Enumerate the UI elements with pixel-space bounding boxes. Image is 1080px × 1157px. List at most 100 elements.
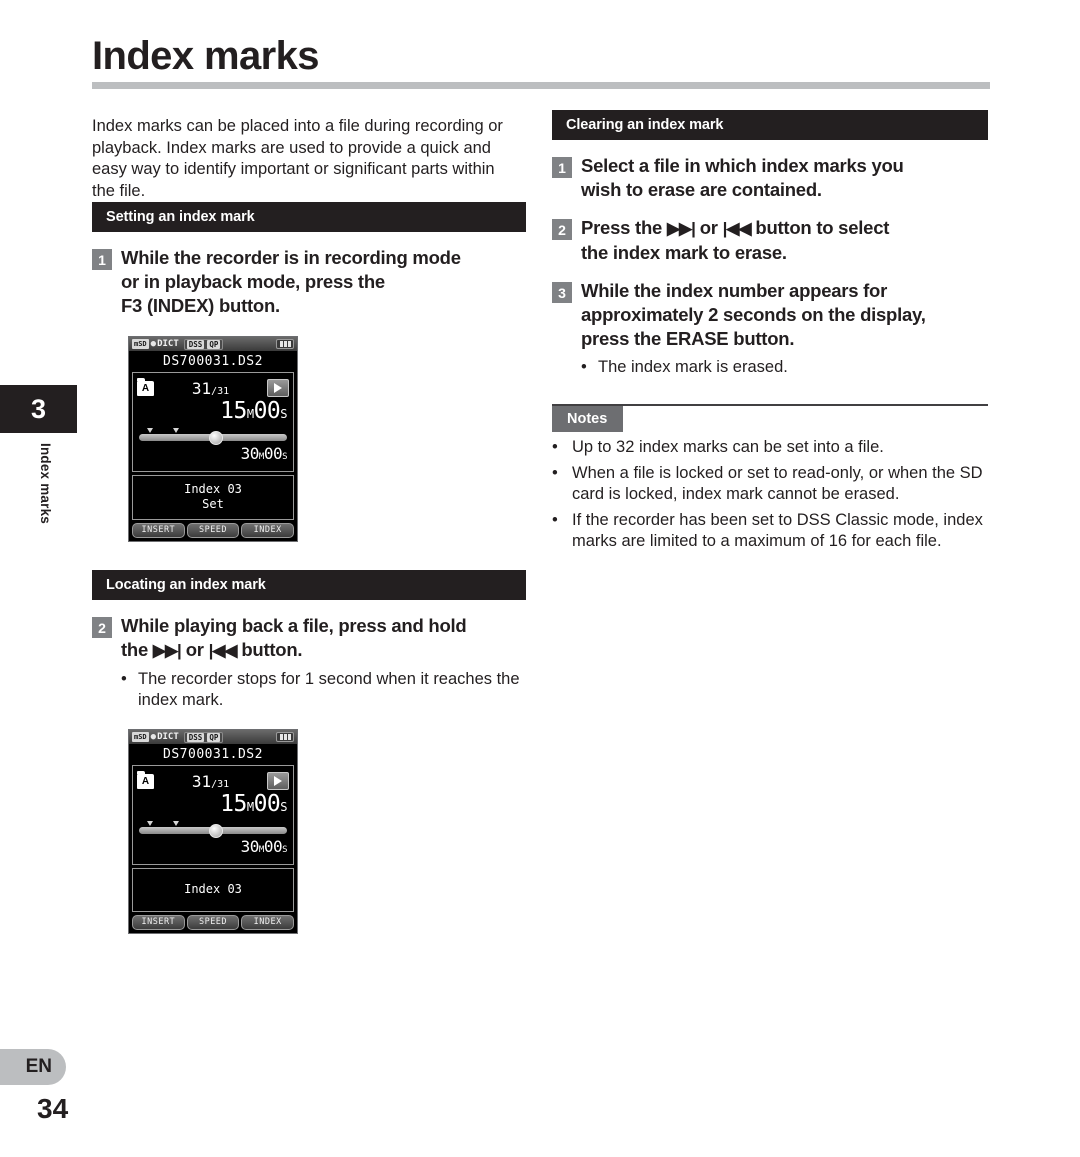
step-text: Press the ▶▶| or |◀◀ button to select th… [581, 216, 889, 265]
step-prefix: the [121, 639, 148, 660]
step-locating-2: 2 While playing back a file, press and h… [92, 614, 526, 663]
format-group: DSS QP [183, 338, 224, 350]
lcd-setting-wrapper: mSD ● DICT DSS QP DS700031.DS2 A 31/31 1… [128, 336, 526, 542]
erase-button-name: ERASE [665, 328, 729, 349]
chapter-tab: 3 [0, 385, 77, 433]
chapter-number: 3 [30, 393, 47, 424]
fast-forward-icon: ▶▶| [152, 641, 182, 660]
right-column: Clearing an index mark 1 Select a file i… [552, 110, 988, 552]
lcd-main-panel: A 31/31 15M00S 30M00S [132, 372, 294, 472]
fkey-speed[interactable]: SPEED [186, 523, 240, 538]
bullet-dot: • [552, 511, 558, 529]
lcd-progress-area [137, 821, 289, 838]
index-mark-triangle [147, 821, 153, 826]
battery-icon [276, 732, 294, 742]
step-text: Select a file in which index marks you w… [581, 154, 904, 202]
step-line-1: While playing back a file, press and hol… [121, 615, 467, 636]
dict-mode-label: DICT [157, 339, 179, 349]
index-mark-triangle [147, 428, 153, 433]
note-text: When a file is locked or set to read-onl… [572, 464, 983, 503]
rewind-icon: |◀◀ [722, 219, 752, 238]
lcd-message-box: Index 03 Set [132, 475, 294, 520]
total-seconds: 00 [263, 837, 283, 856]
lcd-filename: DS700031.DS2 [129, 745, 297, 765]
format-chip: DSS [186, 732, 205, 742]
fkey-index[interactable]: INDEX [241, 915, 295, 930]
notes-badge: Notes [552, 406, 624, 432]
lcd-file-counter: 31/31 [154, 772, 267, 791]
step-clearing-3: 3 While the index number appears for app… [552, 279, 988, 351]
fast-forward-icon: ▶▶| [666, 219, 696, 238]
step-line-1: While the recorder is in recording mode [121, 247, 461, 268]
section-header-locating: Locating an index mark [92, 570, 526, 600]
quality-chip: QP [207, 732, 221, 742]
intro-paragraph: Index marks can be placed into a file du… [92, 117, 503, 200]
microsd-icon: mSD [132, 732, 149, 742]
fkey-speed[interactable]: SPEED [186, 915, 240, 930]
language-code: EN [25, 1056, 52, 1077]
lcd-elapsed-time: 15M00S [137, 399, 289, 427]
note-item: • Up to 32 index marks can be set into a… [552, 437, 988, 458]
step-line-3-prefix: press the [581, 328, 662, 349]
page-title: Index marks [92, 34, 319, 78]
folder-icon: A [137, 770, 154, 789]
lcd-main-panel: A 31/31 15M00S 30M00S [132, 765, 294, 865]
quality-chip: QP [207, 339, 221, 349]
lcd-message-line-1: Index 03 [184, 882, 242, 896]
index-mark-triangle [173, 428, 179, 433]
lcd-info-row: A 31/31 [137, 377, 289, 399]
sub-bullet-clearing: • The index mark is erased. [552, 357, 988, 378]
total-seconds-unit: S [282, 845, 287, 855]
format-group: DSS QP [183, 731, 224, 743]
note-item: • When a file is locked or set to read-o… [552, 463, 988, 505]
left-column: Index marks can be placed into a file du… [92, 110, 526, 934]
step-line-3: F3 (INDEX) button. [121, 295, 280, 316]
sub-bullet-text: The index mark is erased. [598, 358, 788, 376]
step-number-badge: 2 [92, 617, 112, 638]
fkey-insert[interactable]: INSERT [132, 523, 185, 538]
battery-icon [276, 339, 294, 349]
step-line-1: Select a file in which index marks you [581, 155, 904, 176]
lcd-progress-area [137, 428, 289, 445]
lcd-filename: DS700031.DS2 [129, 352, 297, 372]
lcd-message-box: Index 03 [132, 868, 294, 912]
step-text: While the recorder is in recording mode … [121, 246, 461, 318]
step-suffix: button to select [755, 217, 890, 238]
index-mark-triangle [173, 821, 179, 826]
lcd-locating-wrapper: mSD ● DICT DSS QP DS700031.DS2 A 31/31 1… [128, 729, 526, 934]
fkey-insert[interactable]: INSERT [132, 915, 185, 930]
lcd-screen-locating: mSD ● DICT DSS QP DS700031.DS2 A 31/31 1… [128, 729, 298, 934]
elapsed-seconds-unit: S [280, 800, 287, 814]
current-file-number: 31 [191, 378, 212, 398]
step-line-2: wish to erase are contained. [581, 179, 822, 200]
step-setting-1: 1 While the recorder is in recording mod… [92, 246, 526, 318]
format-chip: DSS [186, 339, 205, 349]
step-line-2: or in playback mode, press the [121, 271, 385, 292]
bullet-dot: • [581, 358, 587, 376]
progress-thumb [209, 431, 223, 445]
elapsed-seconds: 00 [253, 398, 281, 424]
elapsed-minutes-unit: M [246, 800, 254, 814]
step-number-badge: 2 [552, 219, 572, 240]
rewind-icon: |◀◀ [208, 641, 238, 660]
elapsed-seconds-unit: S [280, 407, 287, 421]
bullet-dot: • [552, 438, 558, 456]
step-clearing-1: 1 Select a file in which index marks you… [552, 154, 988, 202]
step-clearing-2: 2 Press the ▶▶| or |◀◀ button to select … [552, 216, 988, 265]
step-prefix: Press the [581, 217, 663, 238]
step-line-2: the index mark to erase. [581, 242, 787, 263]
lcd-message-line-2: Set [202, 497, 224, 511]
dict-mode-label: DICT [157, 732, 179, 742]
lcd-total-time: 30M00S [137, 445, 289, 466]
title-rule [92, 82, 990, 89]
current-file-number: 31 [191, 771, 212, 791]
lcd-function-keys: INSERT SPEED INDEX [129, 520, 297, 541]
microphone-icon: ● [150, 338, 157, 349]
total-file-number: /31 [211, 385, 230, 397]
bullet-dot: • [552, 464, 558, 482]
fkey-index[interactable]: INDEX [241, 523, 295, 538]
play-icon [267, 772, 289, 790]
step-line-3-suffix: button. [733, 328, 795, 349]
elapsed-minutes: 15 [220, 791, 247, 817]
progress-thumb [209, 824, 223, 838]
